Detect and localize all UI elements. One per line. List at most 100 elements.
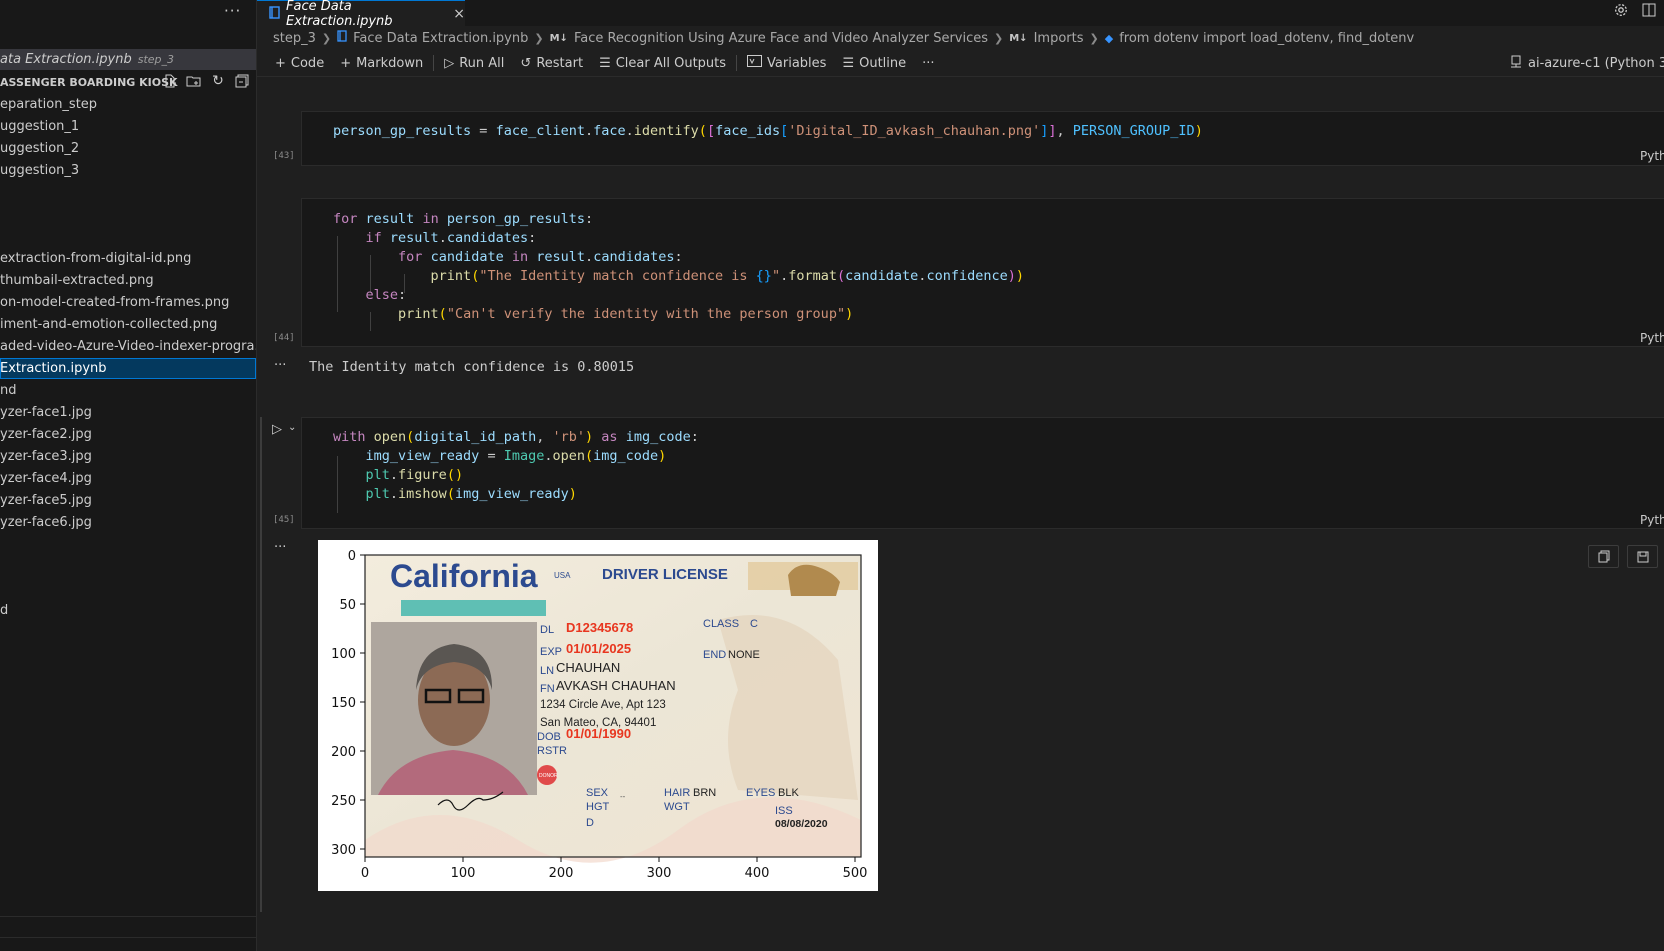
code-line[interactable]: else: — [333, 286, 407, 305]
y-tick-label: 250 — [331, 794, 356, 809]
breadcrumb-subsection[interactable]: Imports — [1034, 31, 1084, 46]
close-icon[interactable]: × — [453, 6, 465, 22]
y-tick-label: 200 — [331, 745, 356, 760]
y-tick-label: 300 — [331, 843, 356, 858]
code-line[interactable]: with open(digital_id_path, 'rb') as img_… — [333, 428, 699, 447]
split-editor-icon[interactable] — [1642, 3, 1656, 21]
execution-count: [45] — [273, 515, 295, 525]
refresh-icon[interactable]: ↻ — [210, 73, 226, 89]
variables-button[interactable]: Variables — [739, 52, 834, 74]
wgt-label: WGT — [664, 801, 690, 813]
cell-language[interactable]: Pyth — [1640, 149, 1664, 163]
end-label: END — [703, 649, 726, 661]
clear-all-outputs-button[interactable]: ☰ Clear All Outputs — [591, 52, 734, 74]
save-icon[interactable] — [1627, 545, 1658, 568]
kernel-icon — [1510, 55, 1522, 72]
chevron-right-icon: ❯ — [1089, 31, 1099, 45]
code-line[interactable]: plt.imshow(img_view_ready) — [333, 485, 577, 504]
new-folder-icon[interactable] — [186, 73, 202, 89]
tree-item[interactable]: extraction-from-digital-id.png — [0, 248, 256, 269]
eyes-label: EYES — [746, 787, 775, 799]
breadcrumb-folder[interactable]: step_3 — [273, 31, 316, 46]
copy-icon[interactable] — [1588, 545, 1619, 568]
hair-value: BRN — [693, 787, 716, 799]
tab-bar: Face Data Extraction.ipynb × — [257, 0, 1664, 29]
add-code-cell-button[interactable]: + Code — [267, 52, 332, 74]
code-line[interactable]: for result in person_gp_results: — [333, 210, 593, 229]
restart-button[interactable]: ↺ Restart — [512, 52, 591, 74]
markdown-icon: M↓ — [549, 32, 568, 44]
explorer-more-actions[interactable]: ··· — [224, 2, 241, 20]
tree-item[interactable]: yzer-face3.jpg — [0, 446, 256, 467]
tree-item-selected[interactable]: Extraction.ipynb — [0, 358, 256, 379]
tab-title: Face Data Extraction.ipynb — [286, 0, 393, 29]
fn-label: FN — [540, 683, 555, 695]
code-line[interactable]: print("The Identity match confidence is … — [333, 267, 1024, 286]
kernel-picker[interactable]: ai-azure-c1 (Python 3.8 — [1510, 51, 1664, 75]
tree-item[interactable]: yzer-face1.jpg — [0, 402, 256, 423]
cell-language[interactable]: Pyth — [1640, 513, 1664, 527]
tree-item[interactable]: uggestion_2 — [0, 138, 256, 159]
run-all-button[interactable]: ▷ Run All — [436, 52, 512, 74]
end-value: NONE — [728, 649, 760, 661]
breadcrumb-symbol[interactable]: from dotenv import load_dotenv, find_dot… — [1119, 31, 1414, 46]
tree-item[interactable]: yzer-face2.jpg — [0, 424, 256, 445]
cell-language[interactable]: Pyth — [1640, 331, 1664, 345]
tree-item[interactable]: iment-and-emotion-collected.png — [0, 314, 256, 335]
code-line[interactable]: print("Can't verify the identity with th… — [333, 305, 853, 324]
y-tick-label: 100 — [331, 647, 356, 662]
open-editor-item[interactable]: ata Extraction.ipynb step_3 — [0, 49, 256, 70]
notebook-icon — [269, 5, 280, 22]
breadcrumb-file[interactable]: Face Data Extraction.ipynb — [353, 31, 528, 46]
tree-item[interactable]: uggestion_3 — [0, 160, 256, 181]
run-cell-icon[interactable]: ▷ — [272, 422, 282, 437]
tree-item[interactable]: aded-video-Azure-Video-indexer-progra... — [0, 336, 256, 357]
clear-outputs-label: Clear All Outputs — [615, 55, 727, 71]
tree-item[interactable]: eparation_step — [0, 94, 256, 115]
tree-item[interactable]: yzer-face4.jpg — [0, 468, 256, 489]
outline-label: Outline — [859, 55, 907, 71]
toolbar-separator — [736, 55, 738, 71]
code-line[interactable]: img_view_ready = Image.open(img_code) — [333, 447, 667, 466]
breadcrumb-section[interactable]: Face Recognition Using Azure Face and Vi… — [574, 31, 988, 46]
code-line[interactable]: plt.figure() — [333, 466, 464, 485]
tree-item[interactable]: on-model-created-from-frames.png — [0, 292, 256, 313]
execution-count: [43] — [273, 151, 295, 161]
add-code-label: Code — [290, 55, 325, 71]
restart-label: Restart — [536, 55, 584, 71]
x-tick-label: 100 — [451, 866, 476, 881]
outline-button[interactable]: ☰ Outline — [834, 52, 914, 74]
tree-item[interactable]: yzer-face5.jpg — [0, 490, 256, 511]
y-tick-label: 150 — [331, 696, 356, 711]
new-file-icon[interactable] — [162, 73, 178, 89]
x-tick-label: 0 — [361, 866, 369, 881]
more-actions-button[interactable]: ··· — [914, 52, 942, 74]
tab-face-data-extraction[interactable]: Face Data Extraction.ipynb × — [257, 0, 465, 29]
tree-item[interactable]: nd — [0, 380, 256, 401]
y-tick-label: 50 — [339, 598, 356, 613]
code-line[interactable]: if result.candidates: — [333, 229, 537, 248]
explorer-actions: ↻ — [162, 73, 250, 89]
output-more-icon[interactable]: ··· — [274, 358, 286, 373]
d-label: D — [586, 817, 594, 829]
tree-item[interactable]: yzer-face6.jpg — [0, 512, 256, 533]
output-more-icon[interactable]: ··· — [274, 540, 286, 555]
tree-item[interactable]: thumbail-extracted.png — [0, 270, 256, 291]
code-line[interactable]: person_gp_results = face_client.face.ide… — [333, 122, 1203, 141]
chevron-down-icon[interactable]: ⌄ — [288, 422, 296, 433]
add-markdown-cell-button[interactable]: + Markdown — [332, 52, 431, 74]
eyes-value: BLK — [778, 787, 799, 799]
address-line-1: 1234 Circle Ave, Apt 123 — [540, 699, 666, 711]
license-title: DRIVER LICENSE — [602, 566, 728, 583]
sidebar-divider — [0, 937, 256, 938]
sex-label: SEX — [586, 787, 609, 799]
license-usa: USA — [554, 571, 571, 580]
toolbar-separator — [433, 55, 435, 71]
code-line[interactable]: for candidate in result.candidates: — [333, 248, 683, 267]
dob-label: DOB — [537, 731, 561, 743]
collapse-all-icon[interactable] — [234, 73, 250, 89]
ln-label: LN — [540, 665, 554, 677]
tree-item[interactable]: uggestion_1 — [0, 116, 256, 137]
tree-item[interactable]: d — [0, 600, 256, 621]
gear-icon[interactable] — [1614, 3, 1628, 21]
